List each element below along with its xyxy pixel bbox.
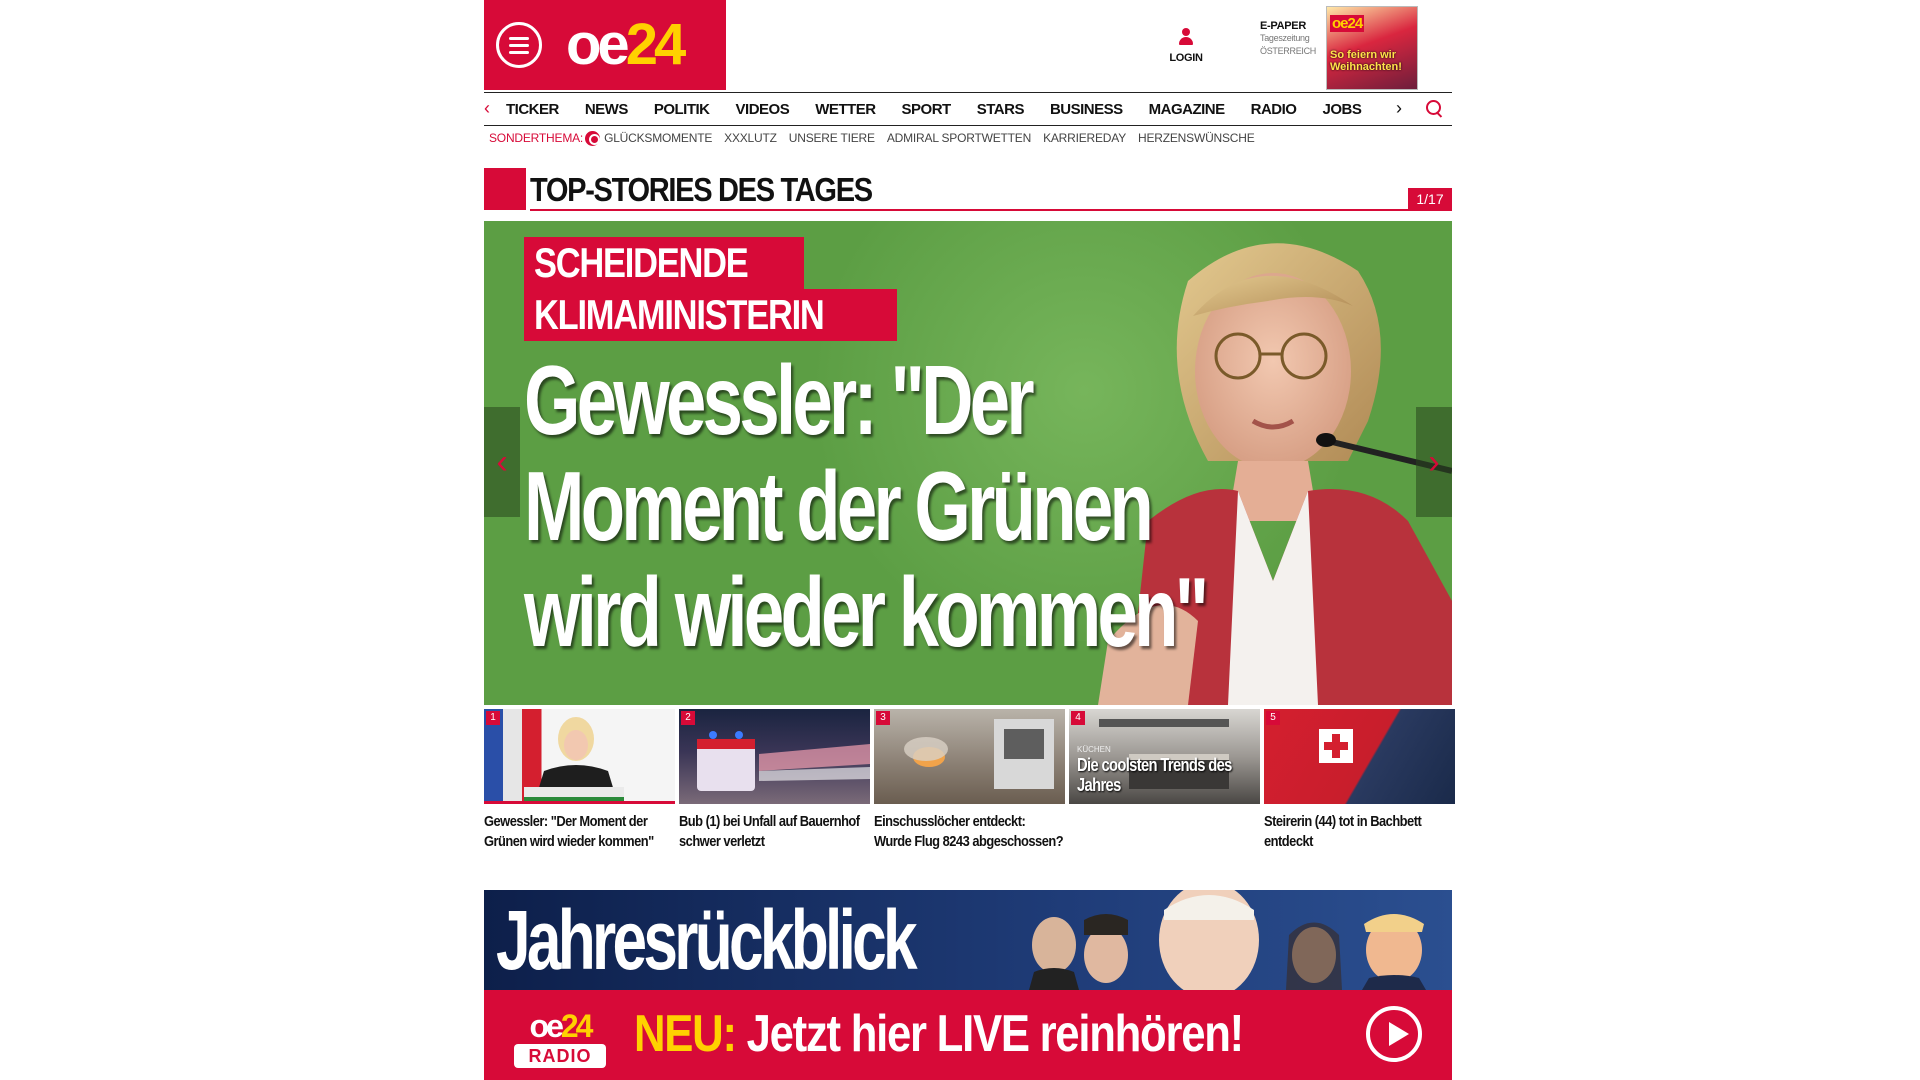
- nav-item-jobs[interactable]: JOBS: [1322, 93, 1361, 127]
- cover-logo: oe24: [1330, 15, 1365, 32]
- carousel-next-icon[interactable]: ›: [1416, 407, 1452, 517]
- ad-kicker: KÜCHEN: [1077, 745, 1111, 754]
- thumb-image: 3: [874, 709, 1065, 804]
- main-nav: ‹ TICKER NEWS POLITIK VIDEOS WETTER SPORT STAR…: [484, 92, 1452, 126]
- subnav-item[interactable]: GLÜCKSMOMENTE: [604, 131, 712, 145]
- thumb-image: 4 KÜCHEN Die coolsten Trends des Jahres: [1069, 709, 1260, 804]
- nav-item-news[interactable]: NEWS: [585, 93, 629, 127]
- kicker-line-1: SCHEIDENDE: [534, 239, 749, 286]
- user-icon: [1177, 28, 1195, 48]
- cover-headline: So feiern wir Weihnachten!: [1330, 49, 1402, 73]
- section-heading: TOP-STORIES DES TAGES 1/17: [484, 168, 1452, 212]
- nav-item-magazine[interactable]: MAGAZINE: [1149, 93, 1226, 127]
- thumb-number: 1: [486, 711, 500, 725]
- story-thumbnails: 1 Gewessler: "Der Moment der Grünen wird…: [484, 709, 1455, 879]
- thumb-story-5[interactable]: 5 Steirerin (44) tot in Bachbett entdeck…: [1264, 709, 1455, 879]
- epaper-cover-image[interactable]: oe24 So feiern wir Weihnachten!: [1326, 6, 1418, 90]
- radio-cta-text: NEU: Jetzt hier LIVE reinhören!: [634, 1002, 1245, 1066]
- radio-live-banner[interactable]: oe24 RADIO NEU: Jetzt hier LIVE reinhöre…: [484, 990, 1452, 1080]
- play-icon[interactable]: [1366, 1006, 1422, 1062]
- nav-item-sport[interactable]: SPORT: [902, 93, 952, 127]
- site-logo[interactable]: oe24: [566, 12, 686, 78]
- headline-line-1: Gewessler: "Der: [524, 345, 1035, 455]
- ad-headline: Die coolsten Trends des Jahres: [1077, 755, 1232, 795]
- radio-new-label: NEU:: [634, 1005, 737, 1063]
- subnav-item[interactable]: ADMIRAL SPORTWETTEN: [887, 131, 1031, 145]
- subnav-item[interactable]: KARRIEREDAY: [1043, 131, 1126, 145]
- logo-area: oe24: [484, 0, 726, 90]
- subnav-label: SONDERTHEMA:: [489, 131, 584, 145]
- thumb-caption: Steirerin (44) tot in Bachbett entdeckt: [1264, 813, 1422, 850]
- nav-list: TICKER NEWS POLITIK VIDEOS WETTER SPORT STARS B…: [506, 93, 1387, 127]
- carousel-prev-icon[interactable]: ‹: [484, 407, 520, 517]
- radio-logo-label: RADIO: [514, 1044, 606, 1068]
- thumb-number: 5: [1266, 711, 1280, 725]
- search-icon[interactable]: [1426, 100, 1443, 117]
- kicker-line-2: KLIMAMINISTERIN: [534, 291, 825, 338]
- jahresrueckblick-banner[interactable]: Jahresrückblick: [484, 890, 1452, 990]
- thumb-number: 2: [681, 711, 695, 725]
- hamburger-menu-icon[interactable]: [496, 22, 542, 68]
- thumb-caption: Einschusslöcher entdeckt: Wurde Flug 824…: [874, 813, 1064, 850]
- login-button[interactable]: LOGIN: [1164, 28, 1208, 66]
- section-underline: [530, 209, 1452, 211]
- nav-item-ticker[interactable]: TICKER: [506, 93, 559, 127]
- hero-kicker: SCHEIDENDE KLIMAMINISTERIN: [524, 237, 898, 341]
- thumb-number: 3: [876, 711, 890, 725]
- nav-item-stars[interactable]: STARS: [977, 93, 1025, 127]
- thumb-story-3[interactable]: 3 Einschusslöcher entdeckt: Wurde Flug 8…: [874, 709, 1065, 879]
- subnav-item[interactable]: HERZENSWÜNSCHE: [1138, 131, 1255, 145]
- subnav-item[interactable]: UNSERE TIERE: [789, 131, 875, 145]
- thumb-story-4-ad[interactable]: 4 KÜCHEN Die coolsten Trends des Jahres: [1069, 709, 1260, 879]
- epaper-title: E-PAPER: [1260, 20, 1306, 32]
- nav-next-icon[interactable]: ›: [1396, 98, 1402, 119]
- nav-item-radio[interactable]: RADIO: [1251, 93, 1297, 127]
- headline-line-3: wird wieder kommen": [524, 557, 1209, 667]
- thumb-number: 4: [1071, 711, 1085, 725]
- radio-cta-label: Jetzt hier LIVE reinhören!: [735, 1005, 1245, 1063]
- hero-headline[interactable]: Gewessler: "Der Moment der Grünen wird w…: [524, 345, 1209, 667]
- epaper-link[interactable]: E-PAPER Tageszeitung ÖSTERREICH: [1260, 20, 1320, 58]
- thumb-image: 1: [484, 709, 675, 804]
- epaper-subtitle-1: Tageszeitung: [1260, 33, 1310, 43]
- headline-line-2: Moment der Grünen: [524, 451, 1154, 561]
- thumb-caption: Gewessler: "Der Moment der Grünen wird w…: [484, 813, 654, 850]
- radio-logo-24: 24: [560, 1008, 594, 1044]
- nav-item-politik[interactable]: POLITIK: [654, 93, 710, 127]
- epaper-subtitle-2: ÖSTERREICH: [1260, 46, 1317, 56]
- nav-item-videos[interactable]: VIDEOS: [736, 93, 790, 127]
- section-title: TOP-STORIES DES TAGES: [530, 171, 873, 208]
- thumb-story-1[interactable]: 1 Gewessler: "Der Moment der Grünen wird…: [484, 709, 675, 879]
- thumb-image: 5: [1264, 709, 1455, 804]
- nav-item-business[interactable]: BUSINESS: [1050, 93, 1123, 127]
- thumb-story-2[interactable]: 2 Bub (1) bei Unfall auf Bauernhof schwe…: [679, 709, 870, 879]
- login-label: LOGIN: [1169, 52, 1203, 64]
- thumb-caption: Bub (1) bei Unfall auf Bauernhof schwer …: [679, 813, 860, 850]
- nav-prev-icon[interactable]: ‹: [484, 98, 490, 119]
- sub-nav: SONDERTHEMA: GLÜCKSMOMENTE XXXLUTZ UNSERE …: [489, 130, 1267, 146]
- subnav-item[interactable]: XXXLUTZ: [724, 131, 777, 145]
- banner-faces-image: [1029, 890, 1426, 990]
- hero-story[interactable]: SCHEIDENDE KLIMAMINISTERIN Gewessler: "D…: [484, 221, 1452, 705]
- gluecksmomente-icon: [585, 130, 601, 146]
- banner-title: Jahresrückblick: [496, 893, 918, 987]
- story-counter: 1/17: [1408, 188, 1452, 210]
- radio-logo-oe: oe: [529, 1008, 564, 1044]
- nav-item-wetter[interactable]: WETTER: [815, 93, 876, 127]
- thumb-image: 2: [679, 709, 870, 804]
- section-accent-bar: [484, 168, 526, 210]
- page: oe24 LOGIN E-PAPER Tageszeitung ÖSTERREI…: [484, 0, 1455, 1080]
- radio-logo: oe24 RADIO: [514, 1010, 606, 1068]
